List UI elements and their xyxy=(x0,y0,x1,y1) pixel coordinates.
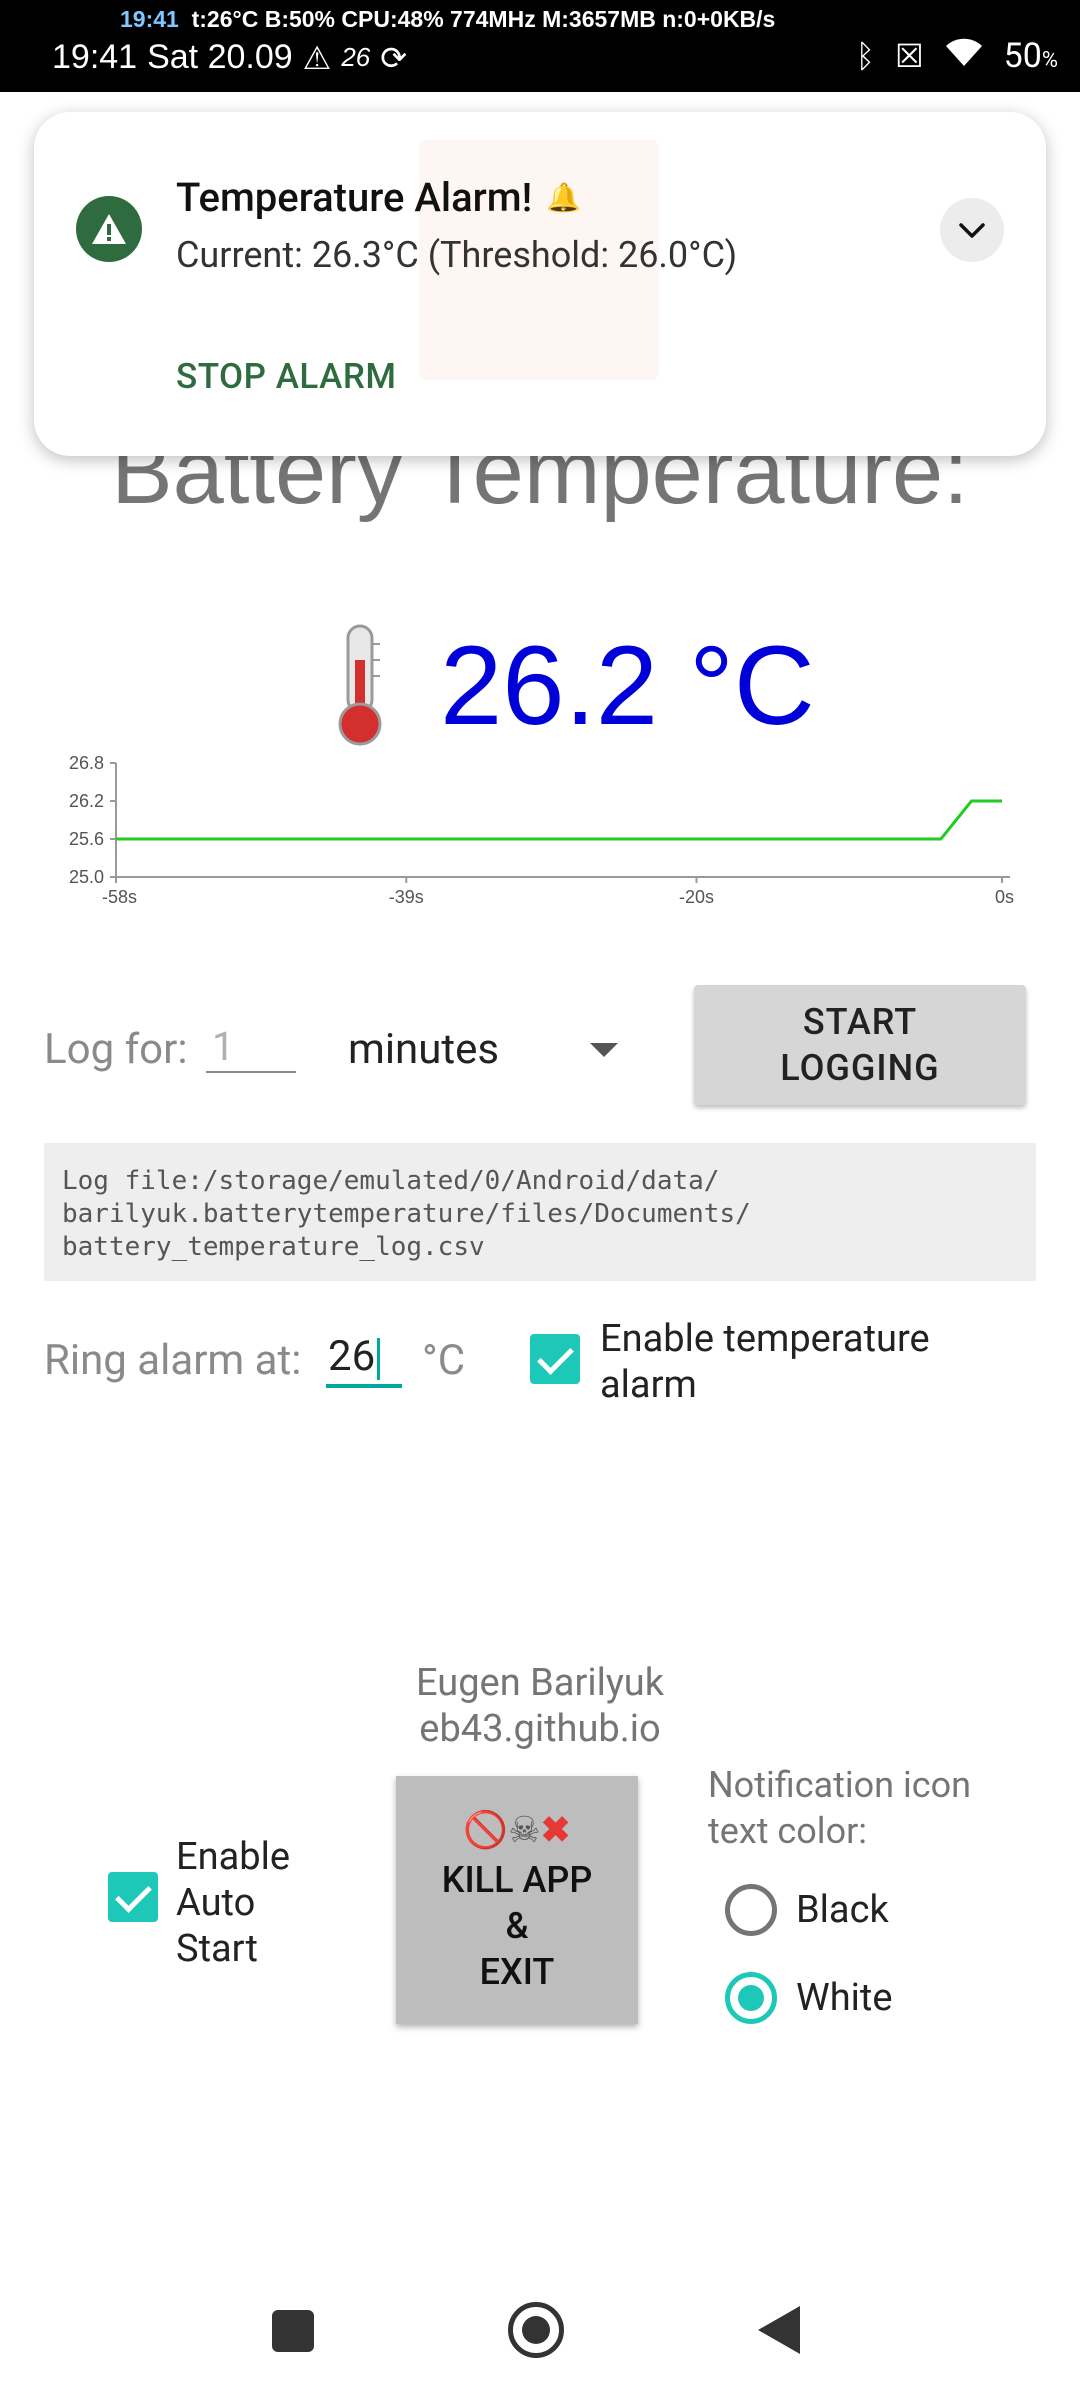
x-tick-label: -20s xyxy=(679,887,714,907)
radio-white-label[interactable]: White xyxy=(796,1976,892,2020)
overlay-time: 19:41 xyxy=(120,6,179,32)
status-clock: 19:41 xyxy=(52,38,138,76)
x-tick-label: -39s xyxy=(389,887,424,907)
start-logging-label: START LOGGING xyxy=(780,1001,940,1089)
alarm-threshold-input[interactable]: 26 xyxy=(326,1320,402,1388)
kill-app-button[interactable]: 🚫☠✖ KILL APP & EXIT xyxy=(396,1776,638,2024)
log-duration-input[interactable]: 1 xyxy=(206,1015,296,1073)
back-button[interactable] xyxy=(758,2306,800,2354)
overlay-stats-text: t:26°C B:50% CPU:48% 774MHz M:3657MB n:0… xyxy=(191,6,776,32)
temperature-line xyxy=(116,799,1002,841)
kill-label-line2: & xyxy=(505,1905,529,1947)
battery-unit: % xyxy=(1041,48,1058,73)
chevron-down-icon xyxy=(959,223,985,238)
start-logging-button[interactable]: START LOGGING xyxy=(694,985,1026,1105)
alarm-threshold-value: 26 xyxy=(328,1332,376,1381)
radio-black[interactable] xyxy=(725,1884,777,1936)
notification-title-row: Temperature Alarm! 🔔 xyxy=(176,174,581,221)
overlay-stats: 19:41 t:26°C B:50% CPU:48% 774MHz M:3657… xyxy=(120,6,775,33)
enable-alarm-checkbox[interactable] xyxy=(530,1334,580,1384)
temperature-display: 26.2 °C xyxy=(320,620,815,750)
author-name: Eugen Barilyuk xyxy=(415,1661,665,1705)
battery-level: 50% xyxy=(1004,36,1058,76)
alarm-unit: °C xyxy=(422,1336,466,1385)
warning-icon xyxy=(76,196,142,262)
alarm-label: Ring alarm at: xyxy=(44,1336,302,1385)
kill-icons: 🚫☠✖ xyxy=(463,1805,570,1855)
kill-label-line3: EXIT xyxy=(479,1951,555,1993)
notification-text: Current: 26.3°C (Threshold: 26.0°C) xyxy=(176,234,738,276)
log-unit-dropdown[interactable]: minutes xyxy=(348,1017,618,1077)
author-credit: Eugen Barilyuk eb43.github.io xyxy=(380,1660,700,1752)
text-caret xyxy=(377,1337,381,1380)
bell-icon: 🔔 xyxy=(546,181,582,214)
y-tick-label: 26.2 xyxy=(69,791,104,811)
logging-row: Log for: 1 minutes START LOGGING xyxy=(44,985,1044,1105)
radio-black-label[interactable]: Black xyxy=(796,1888,889,1932)
x-tick-label: -58s xyxy=(102,887,137,907)
cross-icon: ✖ xyxy=(540,1809,571,1851)
stop-alarm-button[interactable]: STOP ALARM xyxy=(176,356,396,397)
log-file-path: Log file:/storage/emulated/0/Android/dat… xyxy=(44,1143,1036,1281)
navigation-bar xyxy=(0,2270,1080,2400)
autostart-checkbox[interactable] xyxy=(108,1872,158,1922)
temperature-chart: 25.0 25.6 26.2 26.8 -58s -39s -20s 0s xyxy=(69,753,1014,907)
status-clock-group: 19:41 Sat 20.09 ⚠ 26 ⟳ xyxy=(52,38,407,77)
status-date: Sat 20.09 xyxy=(147,38,293,76)
prohibited-icon: 🚫 xyxy=(463,1809,509,1851)
enable-alarm-label[interactable]: Enable temperature alarm xyxy=(600,1316,1000,1408)
notification-color-label: Notification icon text color: xyxy=(708,1764,972,1852)
y-tick-label: 26.8 xyxy=(69,753,104,773)
author-site[interactable]: eb43.github.io xyxy=(380,1706,700,1752)
sync-icon: ⟳ xyxy=(380,39,408,76)
bluetooth-icon: ᛒ xyxy=(855,37,875,75)
temperature-icon: 26 xyxy=(341,42,371,72)
home-button[interactable] xyxy=(508,2302,564,2358)
y-tick-label: 25.0 xyxy=(69,867,104,887)
alarm-row: Ring alarm at: 26 °C Enable temperature … xyxy=(44,1310,1044,1430)
status-bar: 19:41 t:26°C B:50% CPU:48% 774MHz M:3657… xyxy=(0,0,1080,92)
recents-button[interactable] xyxy=(272,2310,314,2352)
expand-notification-button[interactable] xyxy=(940,198,1004,262)
y-tick-label: 25.6 xyxy=(69,829,104,849)
skull-icon: ☠ xyxy=(508,1809,541,1851)
warning-icon: ⚠ xyxy=(302,39,332,76)
status-icons: ᛒ ☒ 50% xyxy=(856,36,1058,76)
x-tick-label: 0s xyxy=(995,887,1014,907)
kill-label-line1: KILL APP xyxy=(441,1859,593,1901)
log-unit-value: minutes xyxy=(348,1025,500,1074)
log-for-label: Log for: xyxy=(44,1025,188,1074)
wifi-icon xyxy=(944,36,984,76)
heads-up-notification[interactable]: Temperature Alarm! 🔔 Current: 26.3°C (Th… xyxy=(34,112,1046,456)
battery-percent: 50 xyxy=(1003,36,1042,76)
no-sim-icon: ☒ xyxy=(894,37,924,75)
notification-title: Temperature Alarm! xyxy=(176,174,533,221)
dropdown-arrow-icon xyxy=(590,1043,618,1057)
temperature-value: 26.2 °C xyxy=(440,622,815,748)
radio-white[interactable] xyxy=(725,1972,777,2024)
thermometer-icon xyxy=(338,624,382,746)
autostart-label[interactable]: Enable Auto Start xyxy=(176,1834,306,1972)
